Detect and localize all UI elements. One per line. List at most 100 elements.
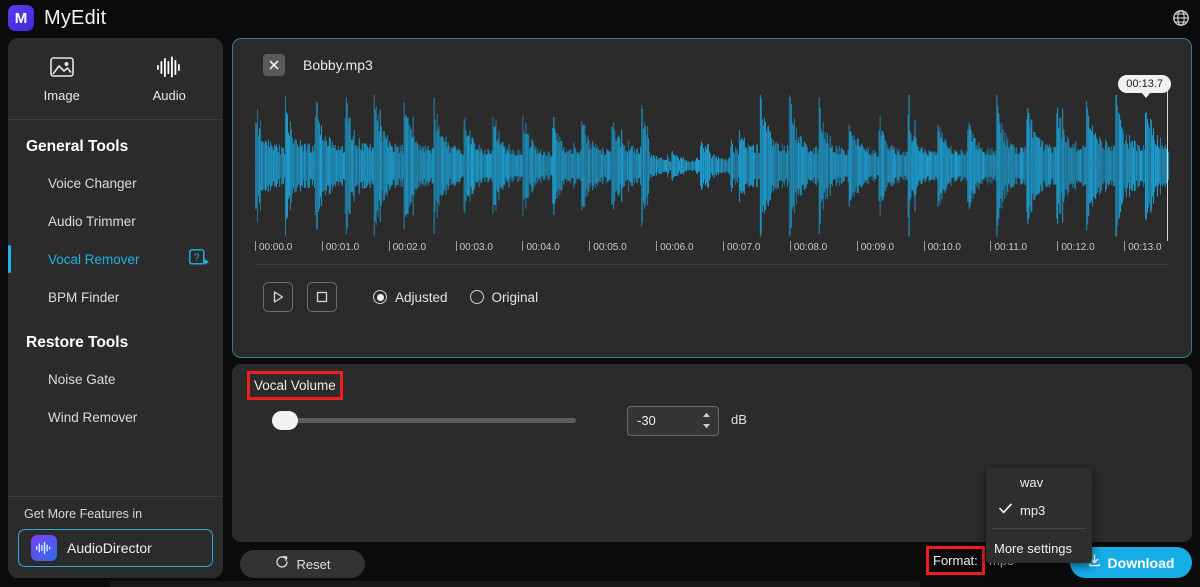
mode-audio-label: Audio: [152, 87, 186, 103]
sidebar-item-voice-changer[interactable]: Voice Changer: [8, 164, 223, 202]
download-label: Download: [1107, 554, 1175, 571]
ruler-tick-label: 00:05.0: [593, 242, 627, 253]
format-label: Format:: [926, 546, 985, 575]
check-icon: [999, 502, 1012, 517]
format-option-wav[interactable]: wav: [986, 468, 1092, 496]
waveform-canvas[interactable]: [255, 91, 1169, 241]
file-header: Bobby.mp3: [233, 39, 1191, 91]
radio-dot-icon: [469, 290, 484, 304]
svg-text:?: ?: [194, 252, 200, 263]
mode-image[interactable]: Image: [8, 38, 116, 119]
ruler-tick: 00:03.0: [455, 241, 493, 253]
format-option-label: wav: [1020, 474, 1044, 490]
sidebar-item-label: BPM Finder: [48, 289, 120, 305]
radio-original-label: Original: [491, 289, 539, 305]
reset-button[interactable]: Reset: [240, 550, 365, 578]
format-option-label: mp3: [1020, 502, 1046, 518]
sidebar-item-audio-trimmer[interactable]: Audio Trimmer: [8, 202, 223, 240]
ruler-tick-label: 00:03.0: [459, 242, 493, 253]
sidebar-item-label: Wind Remover: [48, 409, 138, 425]
audiodirector-label: AudioDirector: [67, 540, 152, 556]
stepper-arrows[interactable]: [702, 412, 711, 429]
sidebar-item-label: Vocal Remover: [48, 251, 140, 267]
ruler-tick: 00:13.0: [1124, 241, 1162, 253]
file-name-label: Bobby.mp3: [303, 57, 373, 73]
ruler-tick-label: 00:04.0: [526, 242, 560, 253]
stop-icon[interactable]: [307, 282, 337, 312]
ruler-tick-label: 00:12.0: [1061, 242, 1095, 253]
vocal-volume-label: Vocal Volume: [247, 371, 343, 400]
ruler-tick-label: 00:13.0: [1128, 242, 1162, 253]
audio-editor-panel: Bobby.mp3 00:13.7 00:00.0 00:01.0 00:02.0 0…: [232, 38, 1192, 358]
timeline-ruler[interactable]: 00:00.0 00:01.0 00:02.0 00:03.0 00:04.0 00:05…: [255, 241, 1169, 265]
format-dropdown-menu: wav mp3 More settings: [986, 468, 1092, 563]
more-settings-menu-item[interactable]: More settings: [986, 533, 1092, 563]
ruler-tick-label: 00:11.0: [994, 242, 1028, 253]
features-caption: Get More Features in: [24, 507, 143, 521]
ruler-tick-label: 00:07.0: [727, 242, 761, 253]
waveform-display[interactable]: 00:13.7: [255, 75, 1171, 241]
playhead-marker[interactable]: [1167, 91, 1168, 241]
sidebar-item-label: Voice Changer: [48, 175, 137, 191]
radio-original[interactable]: Original: [469, 289, 539, 305]
sidebar-item-vocal-remover[interactable]: Vocal Remover ?: [8, 240, 223, 278]
ruler-tick: 00:02.0: [388, 241, 426, 253]
sidebar: Image Audio General Tools Voice Changer …: [8, 38, 223, 578]
ruler-tick: 00:05.0: [589, 241, 627, 253]
mode-image-label: Image: [43, 87, 80, 103]
ruler-tick: 00:04.0: [522, 241, 560, 253]
ruler-tick-label: 00:00.0: [259, 242, 293, 253]
myedit-app-window: M MyEdit Image Audio General Tools Voice…: [0, 0, 1200, 587]
vocal-volume-stepper[interactable]: -30: [627, 406, 719, 436]
radio-dot-icon: [373, 290, 387, 304]
sidebar-item-wind-remover[interactable]: Wind Remover: [8, 398, 223, 436]
ruler-tick-label: 00:08.0: [793, 242, 828, 253]
app-logo-glyph: M: [14, 9, 28, 27]
format-option-mp3[interactable]: mp3: [986, 496, 1092, 524]
image-icon: [49, 55, 75, 79]
help-video-icon[interactable]: ?: [189, 249, 210, 267]
get-more-features-section: Get More Features in AudioDirector: [8, 496, 223, 578]
ruler-tick: 00:01.0: [321, 241, 359, 253]
audio-wave-icon: [155, 55, 183, 79]
transport-controls: Adjusted Original: [233, 265, 1191, 329]
radio-adjusted[interactable]: Adjusted: [373, 290, 448, 305]
mode-audio[interactable]: Audio: [116, 38, 224, 119]
close-icon[interactable]: [263, 54, 285, 76]
mode-switcher: Image Audio: [8, 38, 223, 120]
reset-icon: [275, 555, 289, 574]
volume-unit-label: dB: [731, 412, 747, 427]
sidebar-item-noise-gate[interactable]: Noise Gate: [8, 360, 223, 398]
duration-badge: 00:13.7: [1118, 75, 1171, 98]
menu-divider: [992, 528, 1086, 529]
ruler-tick-label: 00:09.0: [860, 242, 895, 253]
ruler-tick: 00:08.0: [789, 241, 827, 253]
vocal-volume-value: -30: [637, 413, 656, 428]
ruler-tick: 00:11.0: [990, 241, 1027, 253]
app-logo: M: [8, 5, 34, 31]
ruler-tick-label: 00:01.0: [325, 242, 360, 253]
group-title-restore-tools: Restore Tools: [26, 334, 129, 351]
top-bar: M MyEdit: [0, 0, 1200, 36]
ruler-tick-label: 00:06.0: [660, 242, 694, 253]
sidebar-item-label: Audio Trimmer: [48, 213, 136, 229]
window-bottom-edge: [110, 581, 920, 587]
sidebar-item-bpm-finder[interactable]: BPM Finder: [8, 278, 223, 316]
preview-mode-radios: Adjusted Original: [373, 290, 538, 305]
sidebar-item-label: Noise Gate: [48, 371, 116, 387]
vocal-volume-slider-thumb[interactable]: [272, 411, 298, 430]
group-title-general-tools: General Tools: [26, 138, 129, 155]
audiodirector-icon: [31, 535, 57, 561]
globe-icon[interactable]: [1172, 9, 1190, 27]
vocal-volume-slider-track[interactable]: [276, 418, 576, 423]
chevron-down-icon: [703, 424, 710, 429]
vocal-volume-control-row: -30 dB: [254, 404, 944, 438]
ruler-tick: 00:07.0: [723, 241, 760, 253]
ruler-tick: 00:12.0: [1057, 241, 1095, 253]
ruler-tick-label: 00:02.0: [392, 242, 427, 253]
audiodirector-button[interactable]: AudioDirector: [18, 529, 213, 567]
ruler-tick: 00:09.0: [856, 241, 894, 253]
reset-label: Reset: [296, 556, 331, 572]
play-icon[interactable]: [263, 282, 293, 312]
chevron-up-icon: [703, 412, 710, 417]
